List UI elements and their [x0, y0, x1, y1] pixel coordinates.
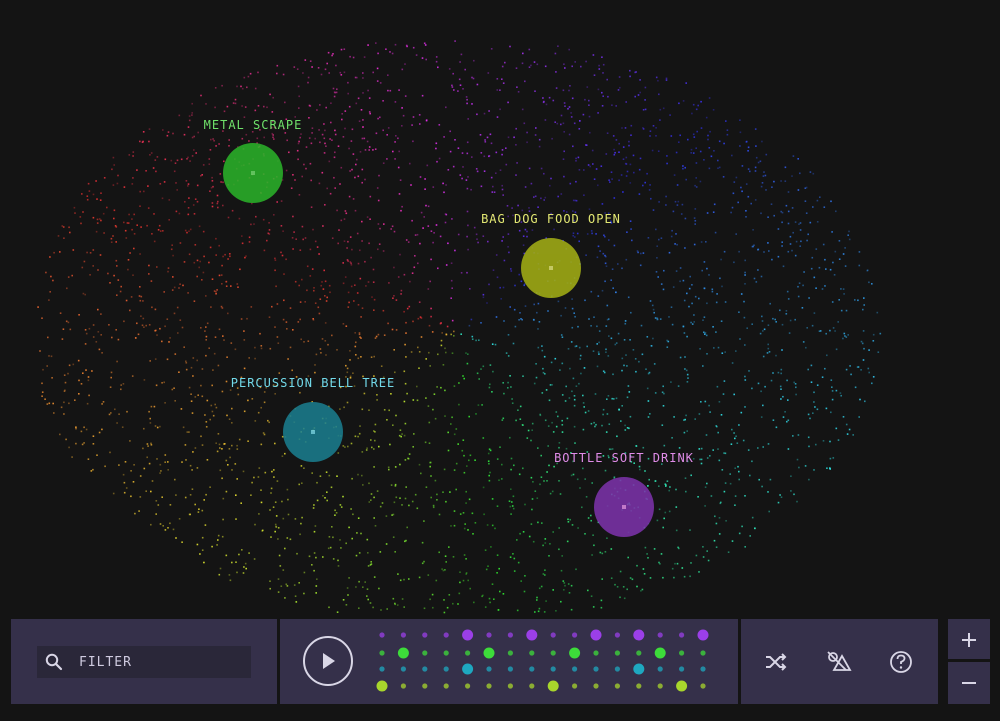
- sequencer-step[interactable]: [462, 663, 474, 675]
- sound-label: PERCUSSION BELL TREE: [230, 376, 396, 390]
- sequencer-step[interactable]: [633, 629, 645, 641]
- sound-marker[interactable]: [283, 402, 343, 462]
- sound-map[interactable]: [0, 0, 1000, 615]
- sound-marker-dot: [251, 171, 255, 175]
- sequencer-step[interactable]: [376, 680, 388, 692]
- sequencer-step[interactable]: [507, 632, 513, 638]
- filter-input[interactable]: [79, 652, 239, 672]
- sequencer-step[interactable]: [593, 666, 599, 672]
- sequencer-step[interactable]: [507, 666, 513, 672]
- sequencer-step[interactable]: [465, 650, 471, 656]
- sequencer-step[interactable]: [422, 666, 428, 672]
- sequencer-step[interactable]: [550, 650, 556, 656]
- sound-marker[interactable]: [594, 477, 654, 537]
- sequencer-step[interactable]: [593, 650, 599, 656]
- sequencer-step[interactable]: [443, 632, 449, 638]
- sequencer-step[interactable]: [379, 666, 385, 672]
- sequencer-step[interactable]: [614, 650, 620, 656]
- sequencer-step[interactable]: [550, 666, 556, 672]
- shapes-button[interactable]: [825, 648, 853, 676]
- sequencer-step[interactable]: [572, 632, 578, 638]
- sequencer-grid[interactable]: [280, 619, 738, 704]
- sequencer-step[interactable]: [679, 666, 685, 672]
- sequencer-step[interactable]: [529, 650, 535, 656]
- sequencer-panel: [280, 619, 738, 704]
- sequencer-step[interactable]: [422, 632, 428, 638]
- sequencer-step[interactable]: [636, 683, 642, 689]
- sequencer-step[interactable]: [547, 680, 559, 692]
- sound-marker-dot: [311, 430, 315, 434]
- sequencer-step[interactable]: [465, 683, 471, 689]
- sequencer-step[interactable]: [379, 632, 385, 638]
- sound-marker-dot: [549, 266, 553, 270]
- shapes-icon: [827, 651, 852, 671]
- sequencer-step[interactable]: [400, 683, 406, 689]
- sound-marker-dot: [622, 505, 626, 509]
- sequencer-step[interactable]: [657, 683, 663, 689]
- sound-label: BAG DOG FOOD OPEN: [481, 212, 621, 226]
- zoom-out-button[interactable]: [948, 662, 990, 704]
- sequencer-step[interactable]: [697, 629, 709, 641]
- sound-label: BOTTLE SOFT DRINK: [554, 451, 694, 465]
- tools-panel: [741, 619, 938, 704]
- sequencer-step[interactable]: [529, 666, 535, 672]
- sequencer-step[interactable]: [654, 647, 666, 659]
- sequencer-step[interactable]: [614, 666, 620, 672]
- sound-points: [37, 40, 882, 614]
- sequencer-step[interactable]: [572, 666, 578, 672]
- sequencer-step[interactable]: [550, 632, 556, 638]
- sequencer-step[interactable]: [507, 683, 513, 689]
- sound-marker[interactable]: [223, 143, 283, 203]
- sequencer-step[interactable]: [529, 683, 535, 689]
- sequencer-step[interactable]: [486, 683, 492, 689]
- sequencer-step[interactable]: [679, 632, 685, 638]
- sequencer-step[interactable]: [400, 632, 406, 638]
- shuffle-icon: [766, 653, 787, 671]
- sequencer-step[interactable]: [422, 650, 428, 656]
- sound-marker[interactable]: [521, 238, 581, 298]
- sequencer-step[interactable]: [700, 683, 706, 689]
- sequencer-step[interactable]: [400, 666, 406, 672]
- sequencer-step[interactable]: [700, 666, 706, 672]
- sequencer-step[interactable]: [593, 683, 599, 689]
- sequencer-step[interactable]: [443, 650, 449, 656]
- plus-icon: [962, 633, 976, 647]
- sequencer-step[interactable]: [486, 632, 492, 638]
- sequencer-step[interactable]: [379, 650, 385, 656]
- sequencer-step[interactable]: [636, 650, 642, 656]
- help-button[interactable]: [887, 648, 915, 676]
- sequencer-step[interactable]: [507, 650, 513, 656]
- sequencer-step[interactable]: [633, 663, 645, 675]
- shuffle-button[interactable]: [762, 648, 790, 676]
- sequencer-step[interactable]: [676, 680, 688, 692]
- sequencer-step[interactable]: [572, 683, 578, 689]
- sequencer-step[interactable]: [657, 632, 663, 638]
- sequencer-step[interactable]: [614, 632, 620, 638]
- sequencer-step[interactable]: [397, 647, 409, 659]
- sound-label: METAL SCRAPE: [203, 118, 303, 132]
- sequencer-step[interactable]: [700, 650, 706, 656]
- sequencer-step[interactable]: [679, 650, 685, 656]
- sequencer-step[interactable]: [614, 683, 620, 689]
- filter-panel: [11, 619, 277, 704]
- sequencer-step[interactable]: [590, 629, 602, 641]
- sequencer-step[interactable]: [443, 683, 449, 689]
- sequencer-step[interactable]: [422, 683, 428, 689]
- sequencer-step[interactable]: [526, 629, 538, 641]
- sequencer-step[interactable]: [462, 629, 474, 641]
- sequencer-step[interactable]: [483, 647, 495, 659]
- zoom-in-button[interactable]: [948, 619, 990, 659]
- minus-icon: [962, 682, 976, 684]
- help-icon: [890, 651, 912, 673]
- sequencer-step[interactable]: [657, 666, 663, 672]
- filter-box[interactable]: [37, 646, 251, 678]
- sequencer-step[interactable]: [569, 647, 581, 659]
- sequencer-step[interactable]: [443, 666, 449, 672]
- sequencer-step[interactable]: [486, 666, 492, 672]
- search-icon: [45, 653, 63, 671]
